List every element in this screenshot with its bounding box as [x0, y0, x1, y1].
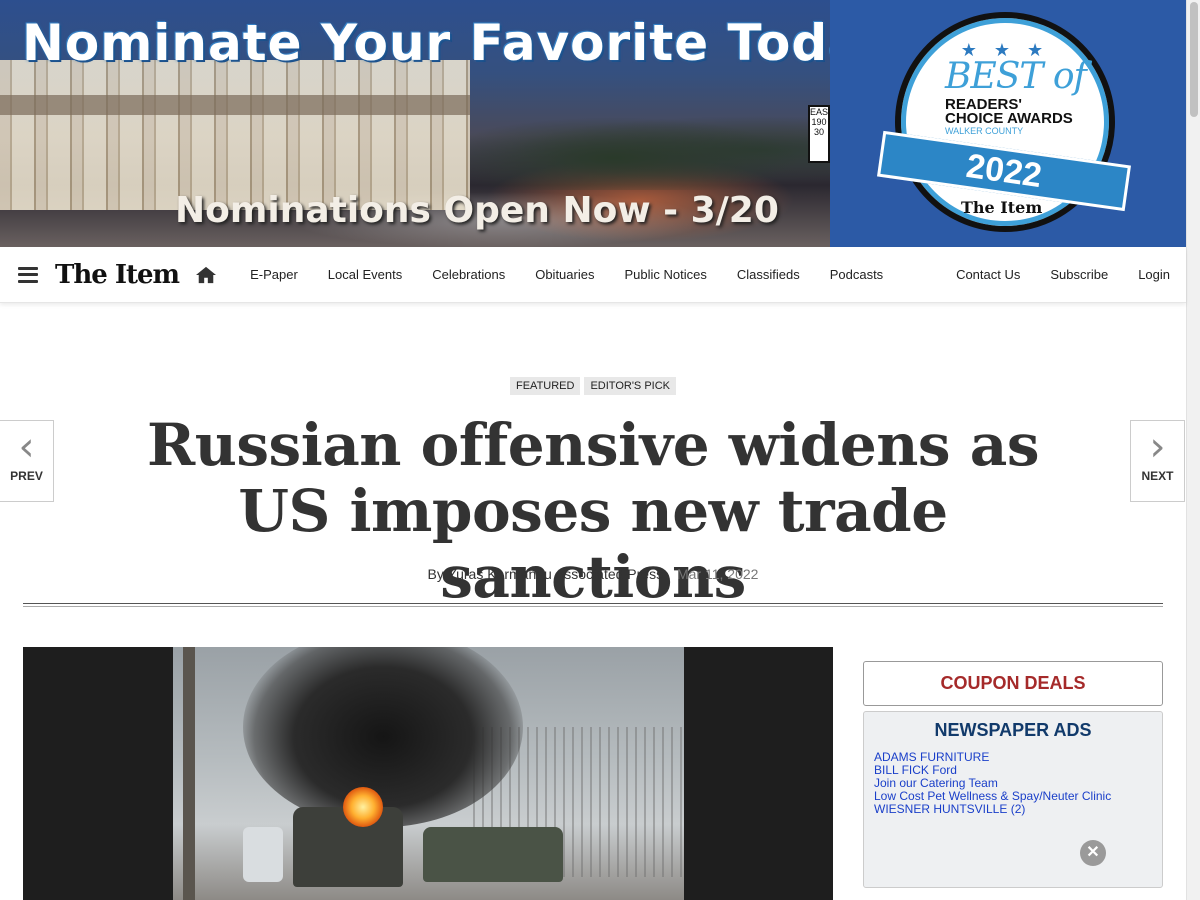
promo-banner[interactable]: Nominate Your Favorite Today! Nomination… [0, 0, 1186, 247]
photo-scene [173, 647, 684, 900]
ad-link-catering-team[interactable]: Join our Catering Team [874, 776, 998, 790]
hamburger-icon[interactable] [18, 266, 38, 283]
scrollbar-thumb[interactable] [1190, 2, 1198, 117]
best-of-seal: ★ ★ ★ BEST of READERS' CHOICE AWARDS WAL… [877, 12, 1131, 232]
coupon-deals-button[interactable]: COUPON DEALS [863, 661, 1163, 706]
tag-featured[interactable]: FEATURED [510, 377, 581, 395]
contact-us-link[interactable]: Contact Us [941, 267, 1035, 282]
article-photo[interactable] [23, 647, 833, 900]
nav-link-celebrations[interactable]: Celebrations [417, 267, 520, 282]
banner-trees [470, 110, 830, 190]
ad-link-bill-fick-ford[interactable]: BILL FICK Ford [874, 763, 957, 777]
list-item: WIESNER HUNTSVILLE (2) [874, 803, 1162, 816]
ad-link-adams-furniture[interactable]: ADAMS FURNITURE [874, 750, 989, 764]
nav-link-obituaries[interactable]: Obituaries [520, 267, 609, 282]
newspaper-ads-title: NEWSPAPER ADS [934, 720, 1092, 740]
next-article-button[interactable]: › NEXT [1130, 420, 1185, 502]
photo-armored-vehicle [423, 827, 563, 882]
subscribe-link[interactable]: Subscribe [1035, 267, 1123, 282]
photo-fire [343, 787, 383, 827]
prev-article-button[interactable]: ‹ PREV [0, 420, 54, 502]
banner-headline: Nominate Your Favorite Today! [22, 14, 919, 72]
home-icon[interactable] [195, 265, 217, 285]
main-navbar: The Item E-Paper Local Events Celebratio… [0, 247, 1186, 303]
tag-editors-pick[interactable]: EDITOR'S PICK [584, 377, 676, 395]
byline-author[interactable]: By Yuras Karmanau Associated Press [428, 566, 664, 582]
seal-readers: READERS' CHOICE AWARDS [945, 97, 1073, 127]
nav-link-epaper[interactable]: E-Paper [235, 267, 313, 282]
vertical-scrollbar[interactable] [1186, 0, 1200, 900]
login-link[interactable]: Login [1123, 267, 1186, 282]
byline-date: Mar 11, 2022 [676, 566, 759, 582]
banner-building [0, 60, 470, 210]
next-label: NEXT [1141, 469, 1174, 483]
article-byline: By Yuras Karmanau Associated Press Mar 1… [0, 566, 1186, 582]
seal-readers-line2: CHOICE AWARDS [945, 110, 1073, 127]
chevron-right-icon: › [1149, 424, 1166, 470]
prev-label: PREV [10, 469, 43, 483]
site-logo[interactable]: The Item [55, 260, 180, 290]
photo-pole [183, 647, 195, 900]
nav-link-classifieds[interactable]: Classifieds [722, 267, 815, 282]
nav-link-podcasts[interactable]: Podcasts [815, 267, 898, 282]
highway-sign: EAST 190 30 [808, 105, 834, 163]
seal-county: WALKER COUNTY [945, 126, 1024, 136]
nav-links: E-Paper Local Events Celebrations Obitua… [235, 267, 898, 282]
newspaper-ads-box: NEWSPAPER ADS ADAMS FURNITURE BILL FICK … [863, 711, 1163, 888]
seal-best: BEST of [945, 56, 1087, 97]
banner-subline: Nominations Open Now - 3/20 [175, 190, 779, 231]
nav-right-links: Contact Us Subscribe Login [941, 267, 1186, 282]
close-icon[interactable]: ✕ [1080, 840, 1106, 866]
nav-link-local-events[interactable]: Local Events [313, 267, 417, 282]
ad-link-wiesner[interactable]: WIESNER HUNTSVILLE (2) [874, 802, 1025, 816]
banner-balcony [0, 95, 470, 115]
header-divider [23, 603, 1163, 607]
photo-van [243, 827, 283, 882]
article-tags: FEATURED EDITOR'S PICK [0, 377, 1186, 395]
chevron-left-icon: ‹ [18, 424, 35, 470]
ads-list: ADAMS FURNITURE BILL FICK Ford Join our … [874, 751, 1162, 816]
ad-link-pet-clinic[interactable]: Low Cost Pet Wellness & Spay/Neuter Clin… [874, 789, 1111, 803]
seal-logo: The Item [961, 198, 1043, 217]
nav-link-public-notices[interactable]: Public Notices [609, 267, 721, 282]
